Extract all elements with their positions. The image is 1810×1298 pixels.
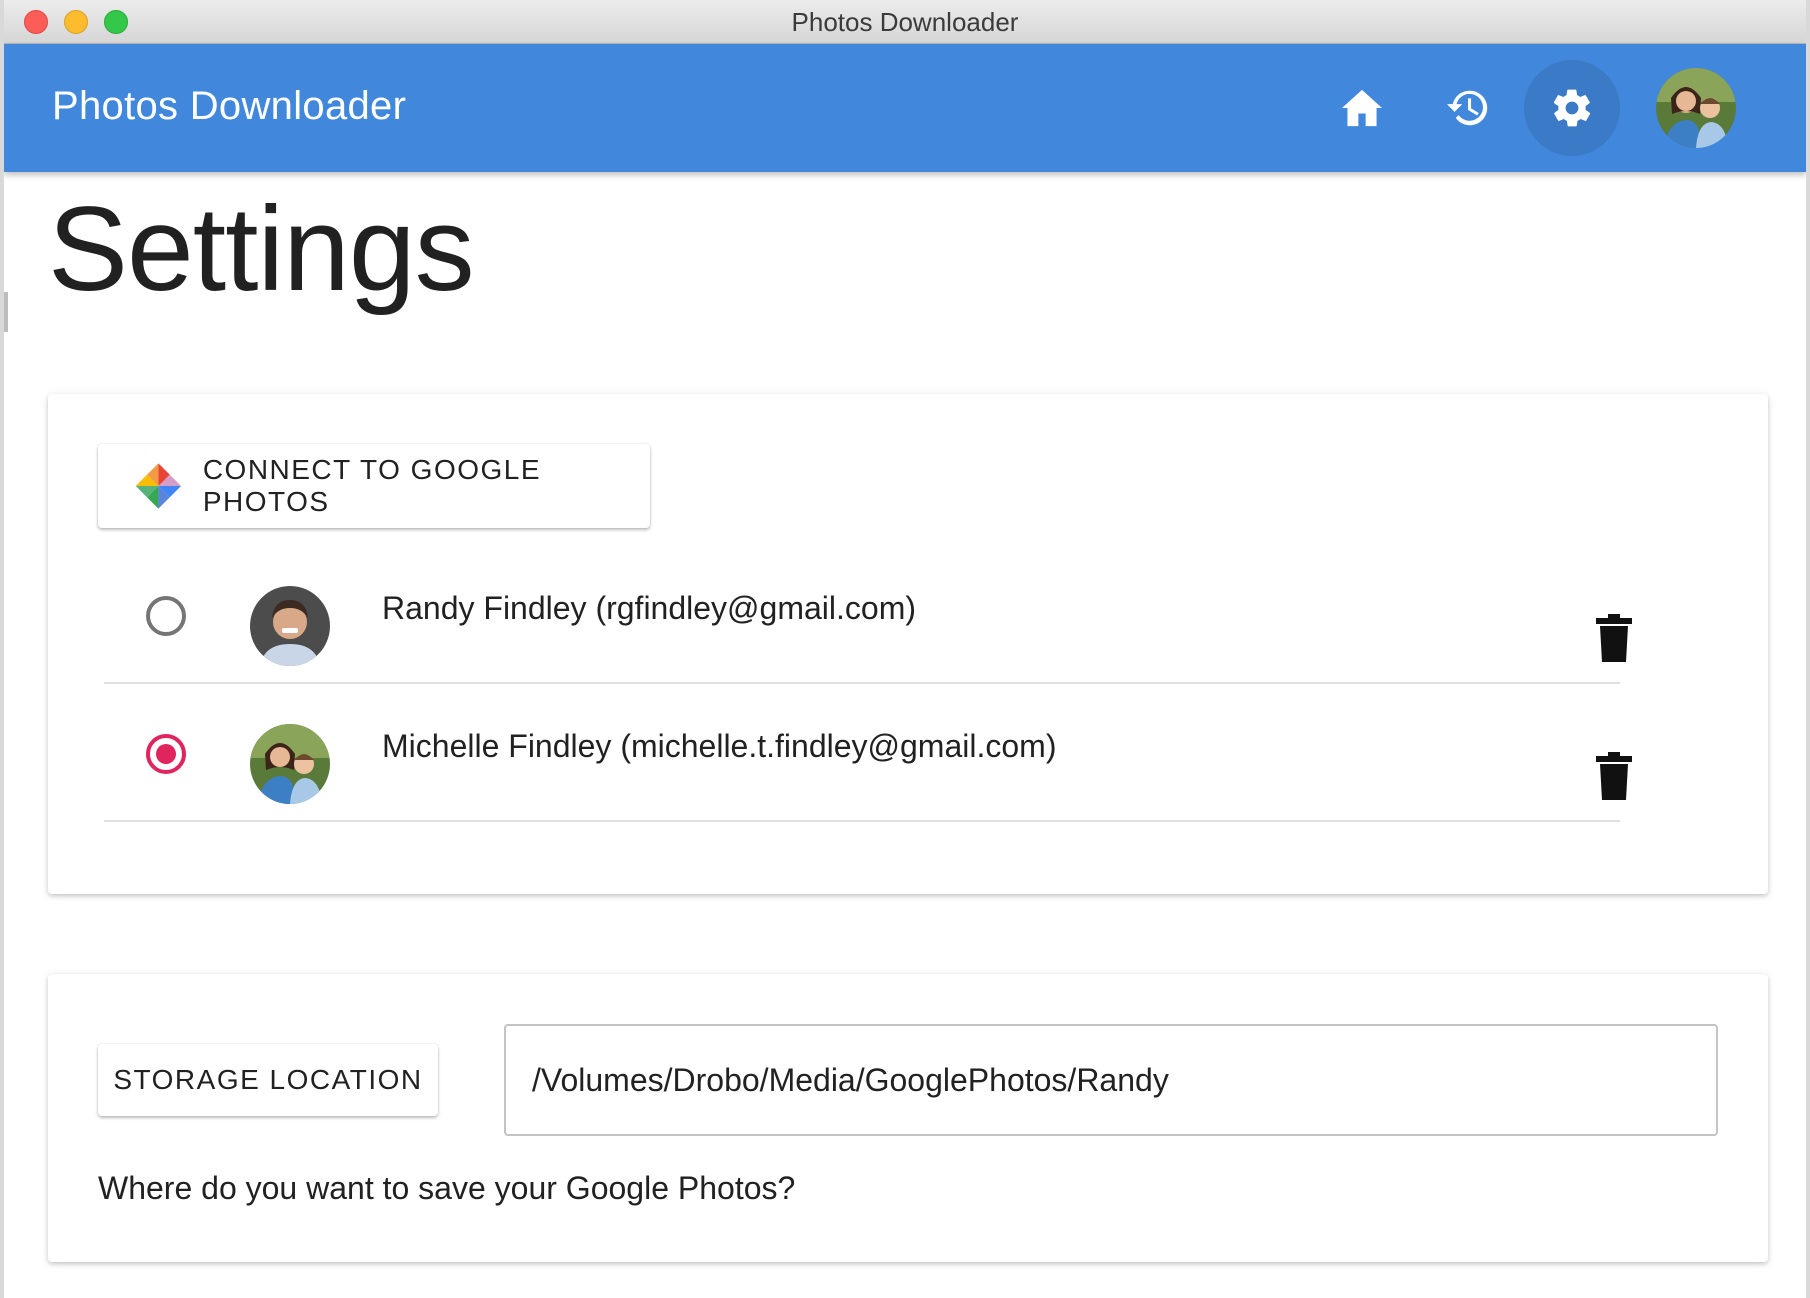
storage-card: STORAGE LOCATION /Volumes/Drobo/Media/Go… [48, 974, 1768, 1262]
home-icon [1342, 89, 1382, 127]
user-avatar[interactable] [1656, 68, 1736, 148]
avatar-photo [1656, 68, 1736, 148]
connect-google-photos-button[interactable]: CONNECT TO GOOGLE PHOTOS [98, 444, 650, 528]
app-title: Photos Downloader [52, 84, 407, 128]
delete-account-icon[interactable] [1594, 752, 1634, 800]
storage-path-field[interactable]: /Volumes/Drobo/Media/GooglePhotos/Randy [504, 1024, 1718, 1136]
title-bar: Photos Downloader [4, 0, 1806, 44]
scroll-edge [4, 292, 8, 332]
account-photo [250, 724, 330, 804]
storage-button-label: STORAGE LOCATION [113, 1064, 423, 1095]
account-radio[interactable] [146, 596, 186, 636]
storage-location-button[interactable]: STORAGE LOCATION [98, 1044, 438, 1116]
account-row: Michelle Findley (michelle.t.findley@gma… [104, 684, 1632, 822]
account-row: Randy Findley (rgfindley@gmail.com) [104, 546, 1632, 684]
account-name: Randy Findley (rgfindley@gmail.com) [382, 590, 916, 626]
gear-icon [1553, 89, 1591, 127]
app-window: Photos Downloader Photos Downloader Sett… [0, 0, 1810, 1298]
avatar [250, 724, 330, 804]
account-photo [250, 586, 330, 666]
avatar [250, 586, 330, 666]
home-button[interactable] [1314, 60, 1410, 156]
history-icon [1446, 90, 1488, 126]
account-radio-selected[interactable] [146, 734, 186, 774]
history-button[interactable] [1420, 60, 1516, 156]
settings-button[interactable] [1524, 60, 1620, 156]
delete-account-icon[interactable] [1594, 614, 1634, 662]
page-title: Settings [48, 182, 475, 316]
storage-hint: Where do you want to save your Google Ph… [98, 1170, 796, 1206]
google-photos-icon [135, 463, 182, 509]
account-name: Michelle Findley (michelle.t.findley@gma… [382, 728, 1057, 764]
connect-button-label: CONNECT TO GOOGLE PHOTOS [202, 454, 542, 517]
window-title: Photos Downloader [791, 7, 1019, 37]
app-bar: Photos Downloader [4, 44, 1806, 172]
